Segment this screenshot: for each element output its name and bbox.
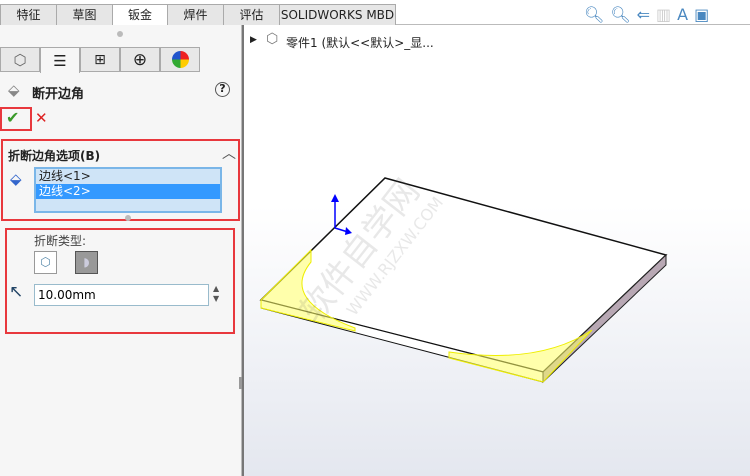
crosshair-icon: ⊕ xyxy=(132,49,148,70)
help-icon[interactable]: ? xyxy=(215,82,230,97)
cancel-button[interactable]: ✕ xyxy=(35,109,48,127)
part-icon: ⬡ xyxy=(13,50,27,69)
tab-evaluate[interactable]: 评估 xyxy=(223,4,280,25)
fillet-type-button[interactable]: ◗ xyxy=(75,251,98,274)
tab-weldments[interactable]: 焊件 xyxy=(167,4,224,25)
tab-mbd[interactable]: SOLIDWORKS MBD xyxy=(279,4,396,25)
list-icon: ☰ xyxy=(53,51,67,70)
ok-button[interactable]: ✔ xyxy=(6,108,19,127)
tab-sketch[interactable]: 草图 xyxy=(56,4,113,25)
chamfer-type-button[interactable]: ⬡ xyxy=(34,251,57,274)
section-view-icon[interactable]: ▥ xyxy=(656,5,677,24)
dimxpert-tab[interactable]: ⊕ xyxy=(120,47,160,72)
radius-icon: ↖ xyxy=(9,282,24,302)
list-item[interactable]: 边线<1> xyxy=(36,169,220,184)
zoom-area-icon[interactable]: 🔍︎ xyxy=(610,5,636,24)
graphics-area[interactable]: 🔍︎🔍︎⇐▥A▣ ▶ ⬡ 零件1 (默认<<默认>_显... 软件自学网 WWW… xyxy=(242,5,750,476)
display-style-icon[interactable]: ▣ xyxy=(694,5,715,24)
view-orientation-icon[interactable]: A xyxy=(677,5,694,24)
model-view: 软件自学网 WWW.RJZXW.COM xyxy=(259,172,668,384)
edge-selection-icon: ⬙ xyxy=(10,170,22,188)
view-toolbar: 🔍︎🔍︎⇐▥A▣ xyxy=(584,5,715,24)
tab-sheet-metal[interactable]: 钣金 xyxy=(112,4,168,26)
display-manager-tab[interactable] xyxy=(160,47,200,72)
splitter-handle[interactable] xyxy=(117,31,123,37)
property-manager-tab[interactable]: ☰ xyxy=(40,47,80,73)
break-corner-icon: ⬙ xyxy=(8,81,20,99)
color-wheel-icon xyxy=(171,51,189,68)
configuration-manager-tab[interactable]: ⊞ xyxy=(80,47,120,72)
distance-spinner[interactable]: ▲ ▼ xyxy=(213,284,219,304)
tab-features[interactable]: 特征 xyxy=(0,4,57,25)
property-manager-panel: ⬡ ☰ ⊞ ⊕ ⬙ 断开边角 ? ✔ ✕ 折断边角选项(B) ︿ ⬙ 边线<1>… xyxy=(0,25,243,476)
list-item[interactable]: 边线<2> xyxy=(36,184,220,199)
distance-input[interactable] xyxy=(34,284,209,306)
edge-selection-list[interactable]: 边线<1> 边线<2> xyxy=(34,167,222,213)
splitter-handle[interactable] xyxy=(125,215,131,221)
previous-view-icon[interactable]: ⇐ xyxy=(637,5,656,24)
collapse-chevron-icon[interactable]: ︿ xyxy=(222,143,236,163)
tree-icon: ⊞ xyxy=(94,51,106,68)
break-type-label: 折断类型: xyxy=(34,234,87,248)
section-title: 折断边角选项(B) xyxy=(8,149,101,163)
zoom-to-fit-icon[interactable]: 🔍︎ xyxy=(584,5,610,24)
feature-title: 断开边角 xyxy=(32,87,85,102)
feature-manager-tab[interactable]: ⬡ xyxy=(0,47,40,72)
